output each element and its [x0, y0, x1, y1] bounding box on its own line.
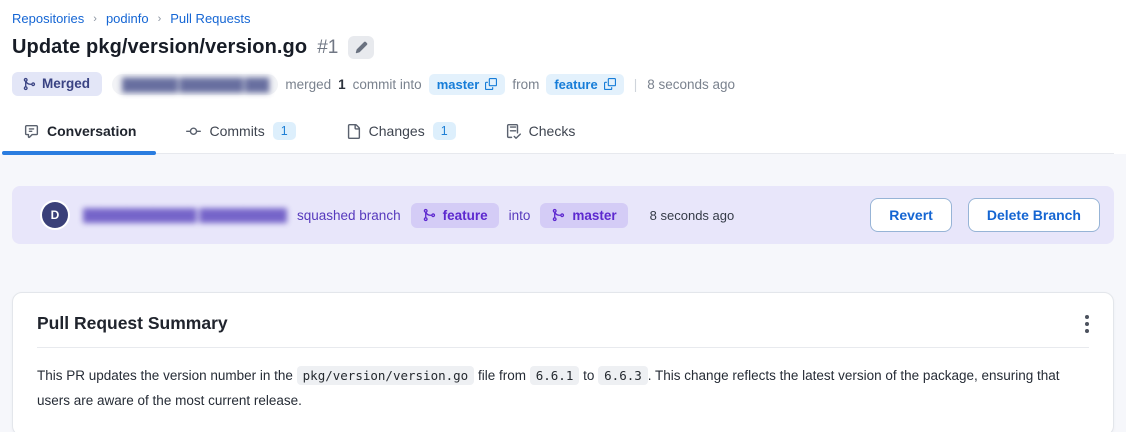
breadcrumb-repositories[interactable]: Repositories — [12, 11, 84, 26]
breadcrumb-pull-requests[interactable]: Pull Requests — [170, 11, 250, 26]
copy-icon[interactable] — [604, 78, 616, 90]
git-branch-icon — [422, 208, 436, 222]
source-branch-tag-label: feature — [443, 208, 488, 223]
pull-request-summary-card: Pull Request Summary This PR updates the… — [12, 292, 1114, 432]
git-merge-icon — [22, 77, 36, 91]
commit-icon — [186, 124, 201, 139]
inline-code: pkg/version/version.go — [297, 366, 475, 385]
tab-conversation[interactable]: Conversation — [12, 113, 148, 153]
title-row: Update pkg/version/version.go #1 — [12, 36, 1114, 59]
pencil-icon — [355, 41, 368, 54]
breadcrumb-podinfo[interactable]: podinfo — [106, 11, 149, 26]
merged-text-2: commit into — [353, 77, 422, 92]
breadcrumb: Repositories › podinfo › Pull Requests — [12, 11, 1114, 26]
page-header: Repositories › podinfo › Pull Requests U… — [0, 0, 1126, 154]
pull-request-page: Repositories › podinfo › Pull Requests U… — [0, 0, 1126, 432]
changes-count-badge: 1 — [433, 122, 456, 140]
commit-count: 1 — [338, 77, 346, 92]
revert-button[interactable]: Revert — [870, 198, 952, 232]
breadcrumb-separator: › — [158, 13, 162, 25]
pr-number: #1 — [317, 37, 338, 59]
from-text: from — [512, 77, 539, 92]
merged-status-badge: Merged — [12, 72, 102, 96]
target-branch-chip[interactable]: master — [429, 74, 506, 95]
tab-changes[interactable]: Changes 1 — [334, 113, 468, 153]
target-branch-tag-label: master — [572, 208, 616, 223]
breadcrumb-separator: › — [93, 13, 97, 25]
copy-icon[interactable] — [485, 78, 497, 90]
target-branch-label: master — [437, 77, 480, 92]
inline-code: 6.6.3 — [598, 366, 648, 385]
merge-event-banner: D █████████████ ██████████ squashed bran… — [12, 186, 1114, 244]
merge-action-text: squashed branch — [297, 208, 401, 223]
kebab-menu-button[interactable] — [1079, 309, 1095, 339]
card-divider — [37, 347, 1089, 348]
merge-time-ago: 8 seconds ago — [650, 208, 735, 223]
commits-count-badge: 1 — [273, 122, 296, 140]
meta-divider: | — [634, 77, 638, 92]
tab-label: Commits — [209, 123, 264, 139]
git-branch-icon — [551, 208, 565, 222]
tab-checks[interactable]: Checks — [494, 113, 588, 153]
tab-label: Checks — [529, 123, 576, 139]
tab-label: Conversation — [47, 123, 136, 139]
source-branch-label: feature — [554, 77, 597, 92]
delete-branch-button[interactable]: Delete Branch — [968, 198, 1100, 232]
source-branch-chip[interactable]: feature — [546, 74, 623, 95]
pr-tabbar: Conversation Commits 1 Changes 1 — [12, 113, 1114, 154]
into-text: into — [509, 208, 531, 223]
kebab-dot — [1085, 322, 1089, 326]
summary-card-title: Pull Request Summary — [37, 313, 1089, 334]
page-title: Update pkg/version/version.go — [12, 36, 307, 59]
pr-author[interactable]: ███████ ████████ ███ — [112, 74, 278, 95]
summary-text: This PR updates the version number in th… — [37, 363, 1089, 413]
tab-commits[interactable]: Commits 1 — [174, 113, 307, 153]
checklist-icon — [506, 124, 521, 139]
pr-time-ago: 8 seconds ago — [647, 77, 735, 92]
target-branch-tag[interactable]: master — [540, 203, 627, 228]
conversation-panel: D █████████████ ██████████ squashed bran… — [0, 154, 1126, 432]
tab-label: Changes — [369, 123, 425, 139]
redacted-username: ███████ ████████ ███ — [122, 78, 268, 92]
file-icon — [346, 124, 361, 139]
banner-actions: Revert Delete Branch — [870, 198, 1100, 232]
source-branch-tag[interactable]: feature — [411, 203, 499, 228]
kebab-dot — [1085, 329, 1089, 333]
avatar[interactable]: D — [42, 202, 68, 228]
redacted-actor-name: █████████████ ██████████ — [83, 208, 295, 223]
edit-title-button[interactable] — [348, 36, 374, 59]
merged-badge-label: Merged — [42, 76, 90, 91]
pr-meta-row: Merged ███████ ████████ ███ merged 1 com… — [12, 72, 1114, 96]
inline-code: 6.6.1 — [530, 366, 580, 385]
kebab-dot — [1085, 315, 1089, 319]
merged-text: merged — [285, 77, 331, 92]
comment-icon — [24, 124, 39, 139]
